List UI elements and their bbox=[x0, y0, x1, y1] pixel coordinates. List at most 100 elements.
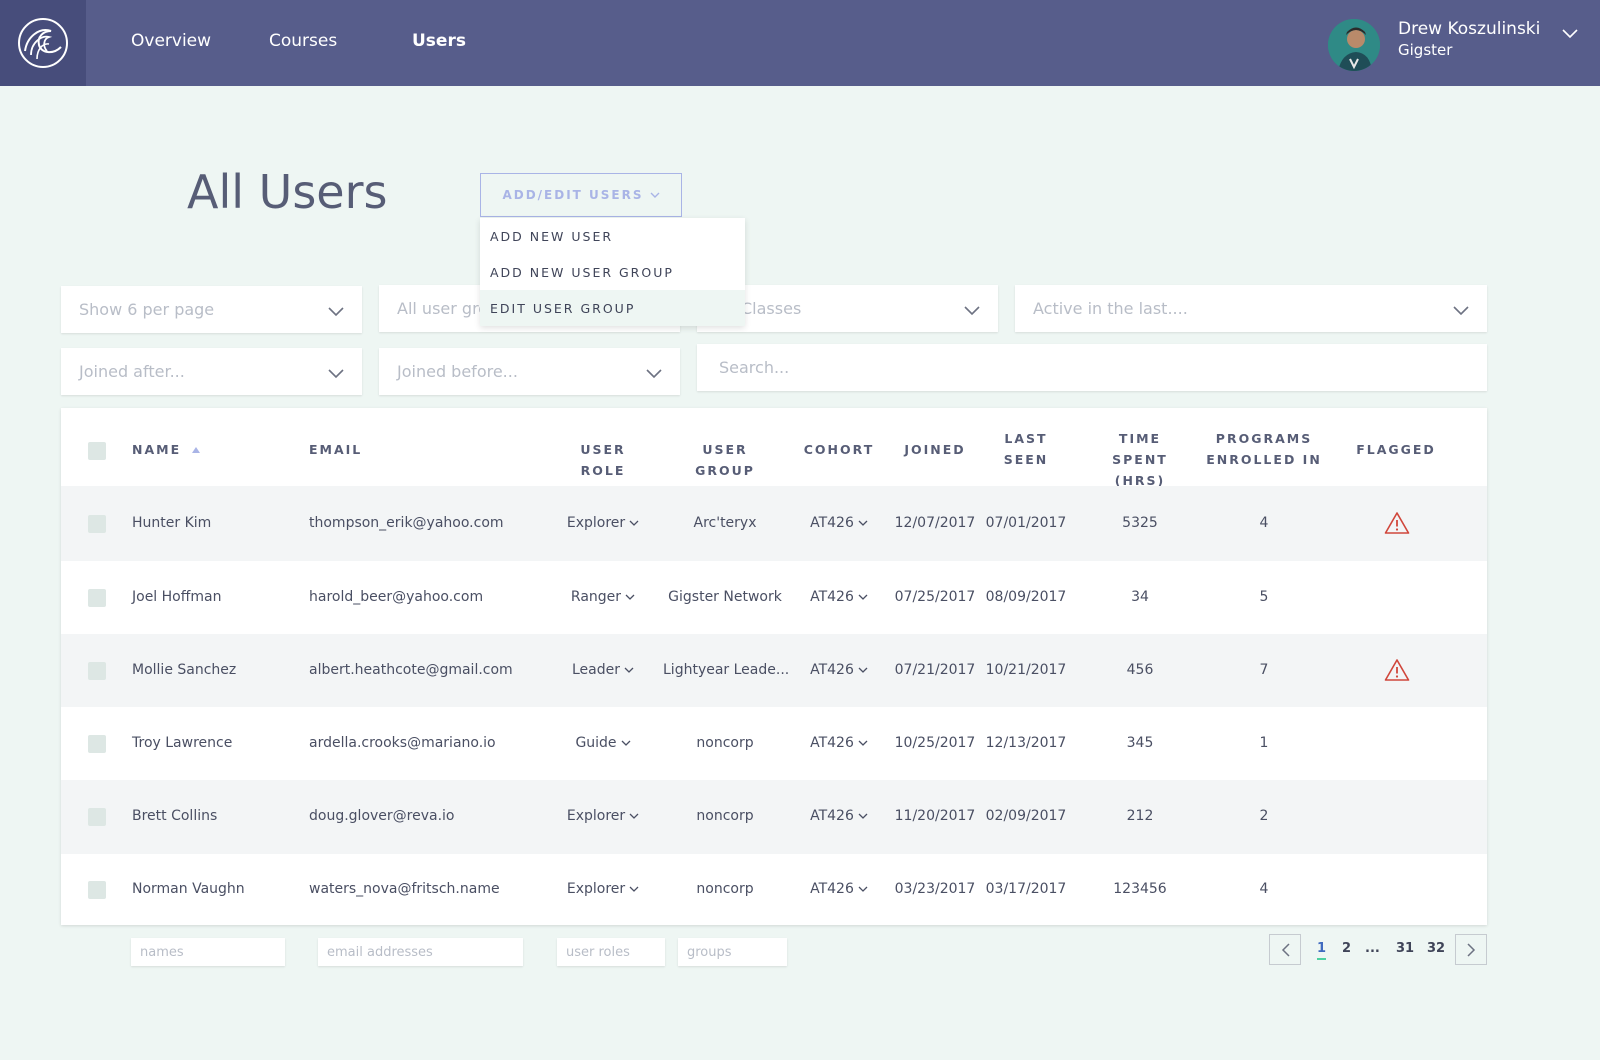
user-menu-chevron-icon[interactable] bbox=[1562, 24, 1578, 43]
chevron-down-icon bbox=[625, 515, 639, 531]
row-cohort-select[interactable]: AT426 bbox=[799, 515, 879, 531]
table-row[interactable]: Brett Collins doug.glover@reva.io Explorer… bbox=[61, 780, 1487, 854]
row-name[interactable]: Mollie Sanchez bbox=[132, 662, 236, 678]
menu-item-add-new-user[interactable]: ADD NEW USER bbox=[480, 218, 745, 254]
table-row[interactable]: Joel Hoffman harold_beer@yahoo.com Ranger G… bbox=[61, 561, 1487, 634]
row-email: ardella.crooks@mariano.io bbox=[309, 735, 496, 751]
row-cohort-select[interactable]: AT426 bbox=[799, 808, 879, 824]
row-checkbox[interactable] bbox=[88, 515, 106, 533]
menu-item-add-new-user-group[interactable]: ADD NEW USER GROUP bbox=[480, 254, 745, 290]
row-cohort-select[interactable]: AT426 bbox=[799, 662, 879, 678]
roles-filter-input[interactable]: user roles bbox=[557, 938, 665, 966]
header-user-group[interactable]: USER GROUP bbox=[673, 439, 777, 481]
add-edit-users-button[interactable]: ADD/EDIT USERS bbox=[480, 173, 682, 217]
users-table: NAME EMAIL USER ROLE USER GROUP COHORT J… bbox=[61, 408, 1487, 925]
row-cohort-select[interactable]: AT426 bbox=[799, 881, 879, 897]
row-role: Ranger bbox=[570, 589, 622, 605]
row-email: thompson_erik@yahoo.com bbox=[309, 515, 504, 531]
row-checkbox[interactable] bbox=[88, 881, 106, 899]
row-role-select[interactable]: Ranger bbox=[557, 589, 649, 605]
row-checkbox[interactable] bbox=[88, 808, 106, 826]
header-name[interactable]: NAME bbox=[132, 439, 201, 460]
row-cohort-select[interactable]: AT426 bbox=[799, 735, 879, 751]
row-name[interactable]: Norman Vaughn bbox=[132, 881, 245, 897]
groups-filter-input[interactable]: groups bbox=[678, 938, 787, 966]
row-name[interactable]: Joel Hoffman bbox=[132, 589, 221, 605]
logo[interactable] bbox=[0, 0, 86, 86]
row-cohort: AT426 bbox=[810, 662, 854, 678]
header-flagged[interactable]: FLAGGED bbox=[1351, 439, 1441, 460]
row-group: Lightyear Leade... bbox=[663, 662, 790, 678]
table-row[interactable]: Norman Vaughn waters_nova@fritsch.name Exp… bbox=[61, 854, 1487, 925]
joined-before-select[interactable]: Joined before... bbox=[379, 348, 680, 395]
row-cohort: AT426 bbox=[810, 881, 854, 897]
header-joined[interactable]: JOINED bbox=[897, 439, 973, 460]
user-name[interactable]: Drew Koszulinski bbox=[1398, 19, 1540, 39]
row-cohort-select[interactable]: AT426 bbox=[799, 589, 879, 605]
nav-courses[interactable]: Courses bbox=[269, 31, 337, 51]
header-time-spent[interactable]: TIME SPENT (HRS) bbox=[1089, 428, 1191, 491]
emails-filter-placeholder: email addresses bbox=[327, 944, 433, 960]
row-name[interactable]: Brett Collins bbox=[132, 808, 217, 824]
row-role-select[interactable]: Explorer bbox=[557, 881, 649, 897]
search-input[interactable]: Search... bbox=[697, 344, 1487, 391]
row-group: Arc'teryx bbox=[693, 515, 757, 531]
header-last-seen[interactable]: LAST SEEN bbox=[994, 428, 1058, 470]
row-name[interactable]: Hunter Kim bbox=[132, 515, 211, 531]
page-32[interactable]: 32 bbox=[1427, 941, 1445, 956]
joined-after-value: Joined after... bbox=[79, 362, 185, 381]
per-page-select[interactable]: Show 6 per page bbox=[61, 286, 362, 333]
joined-after-select[interactable]: Joined after... bbox=[61, 348, 362, 395]
row-role-select[interactable]: Explorer bbox=[557, 808, 649, 824]
page-1[interactable]: 1 bbox=[1317, 941, 1327, 960]
row-role: Guide bbox=[575, 735, 617, 751]
header-programs-line1: PROGRAMS bbox=[1215, 431, 1313, 446]
chevron-down-icon bbox=[854, 589, 868, 605]
row-time-spent: 212 bbox=[1126, 808, 1154, 824]
header-email[interactable]: EMAIL bbox=[309, 439, 362, 460]
row-programs: 4 bbox=[1259, 515, 1269, 531]
select-all-checkbox[interactable] bbox=[88, 442, 106, 460]
names-filter-placeholder: names bbox=[140, 944, 184, 960]
page-ellipsis: ... bbox=[1365, 941, 1380, 956]
flag-warning-icon[interactable] bbox=[1384, 511, 1410, 539]
row-role-select[interactable]: Leader bbox=[557, 662, 649, 678]
emails-filter-input[interactable]: email addresses bbox=[318, 938, 523, 966]
flag-warning-icon[interactable] bbox=[1384, 658, 1410, 686]
active-in-last-select[interactable]: Active in the last.... bbox=[1015, 285, 1487, 332]
row-name[interactable]: Troy Lawrence bbox=[132, 735, 232, 751]
page-2[interactable]: 2 bbox=[1342, 941, 1351, 956]
roles-filter-placeholder: user roles bbox=[566, 944, 630, 960]
sort-ascending-icon[interactable] bbox=[191, 446, 201, 454]
row-cohort: AT426 bbox=[810, 589, 854, 605]
prev-page-button[interactable] bbox=[1269, 934, 1301, 965]
row-programs: 4 bbox=[1259, 881, 1269, 897]
search-placeholder: Search... bbox=[719, 358, 790, 377]
chevron-down-icon bbox=[646, 364, 662, 383]
page-title: All Users bbox=[187, 165, 388, 219]
row-checkbox[interactable] bbox=[88, 735, 106, 753]
avatar[interactable] bbox=[1328, 19, 1380, 71]
row-role-select[interactable]: Explorer bbox=[557, 515, 649, 531]
chevron-left-icon bbox=[1281, 942, 1290, 957]
row-checkbox[interactable] bbox=[88, 662, 106, 680]
names-filter-input[interactable]: names bbox=[131, 938, 285, 966]
classes-value: Classes bbox=[741, 299, 802, 318]
table-row[interactable]: Hunter Kim thompson_erik@yahoo.com Explore… bbox=[61, 486, 1487, 561]
row-role-select[interactable]: Guide bbox=[557, 735, 649, 751]
next-page-button[interactable] bbox=[1455, 934, 1487, 965]
row-joined: 10/25/2017 bbox=[894, 735, 976, 751]
header-cohort[interactable]: COHORT bbox=[799, 439, 879, 460]
row-cohort: AT426 bbox=[810, 808, 854, 824]
nav-overview[interactable]: Overview bbox=[131, 31, 211, 51]
table-row[interactable]: Troy Lawrence ardella.crooks@mariano.io Gu… bbox=[61, 707, 1487, 780]
page-31[interactable]: 31 bbox=[1396, 941, 1414, 956]
row-group: noncorp bbox=[696, 735, 754, 751]
nav-users[interactable]: Users bbox=[412, 31, 466, 51]
row-time-spent: 456 bbox=[1126, 662, 1154, 678]
table-row[interactable]: Mollie Sanchez albert.heathcote@gmail.com… bbox=[61, 634, 1487, 707]
row-checkbox[interactable] bbox=[88, 589, 106, 607]
menu-item-edit-user-group[interactable]: EDIT USER GROUP bbox=[480, 290, 745, 326]
header-programs[interactable]: PROGRAMS ENROLLED IN bbox=[1206, 428, 1322, 470]
header-user-role[interactable]: USER ROLE bbox=[557, 439, 649, 481]
